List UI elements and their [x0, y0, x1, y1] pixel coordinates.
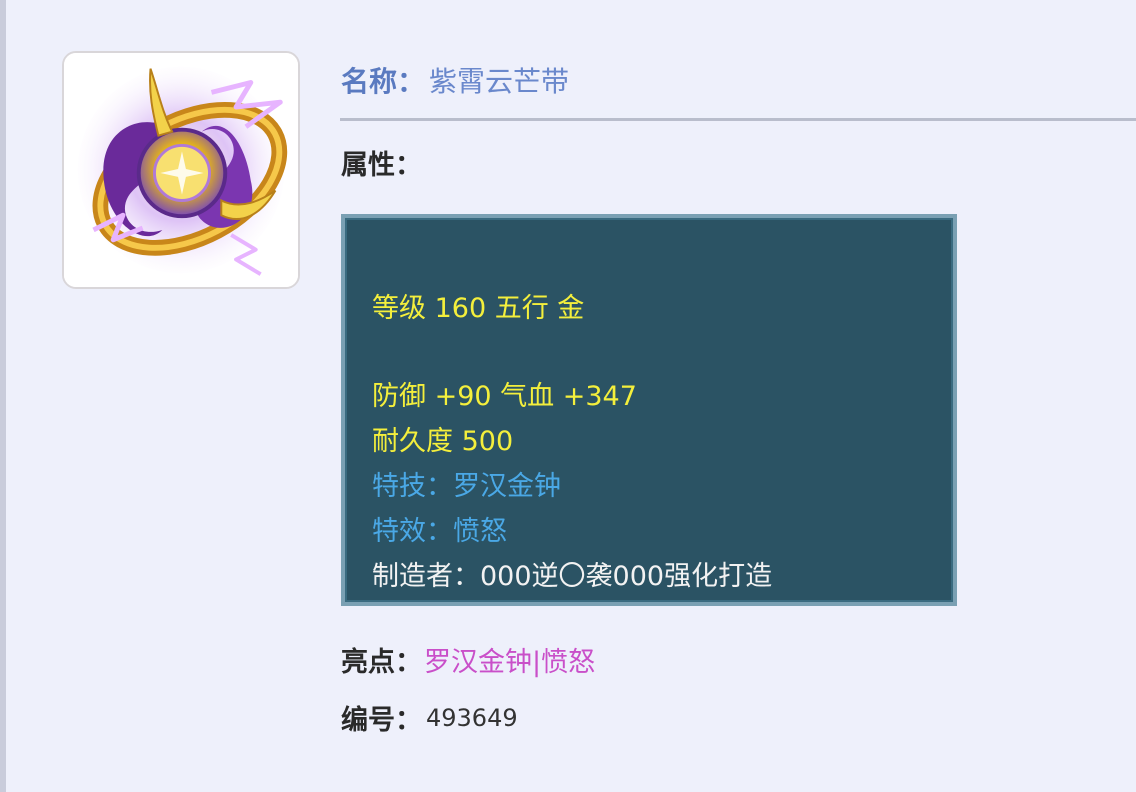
- serial-value: 493649: [426, 703, 518, 732]
- level-element-line: 等级 160 五行 金: [372, 293, 585, 324]
- highlights-value: 罗汉金钟|愤怒: [424, 647, 596, 678]
- item-name-row: 名称： 紫霄云芒带: [341, 58, 569, 102]
- highlights-label: 亮点：: [341, 647, 422, 678]
- serial-row: 编号： 493649: [341, 698, 518, 737]
- belt-equipment-icon: [62, 51, 300, 289]
- item-name-value: 紫霄云芒带: [429, 65, 570, 98]
- serial-label: 编号：: [341, 705, 422, 736]
- special-effect-line: 特效：愤怒: [372, 516, 507, 547]
- item-detail-page: 名称： 紫霄云芒带 属性： 等级 160 五行 金 防御 +90 气血 +347…: [0, 0, 1136, 792]
- title-divider: [340, 118, 1136, 121]
- special-skill-line: 特技：罗汉金钟: [372, 471, 561, 502]
- defense-hp-line: 防御 +90 气血 +347: [372, 381, 637, 412]
- attributes-label: 属性：: [341, 150, 422, 181]
- left-border: [0, 0, 6, 792]
- item-name-label: 名称：: [341, 65, 426, 98]
- durability-line: 耐久度 500: [372, 426, 514, 457]
- highlights-row: 亮点： 罗汉金钟|愤怒: [341, 640, 595, 679]
- stats-panel: 等级 160 五行 金 防御 +90 气血 +347 耐久度 500 特技：罗汉…: [341, 214, 957, 606]
- maker-line: 制造者：000逆〇袭000强化打造: [372, 561, 773, 592]
